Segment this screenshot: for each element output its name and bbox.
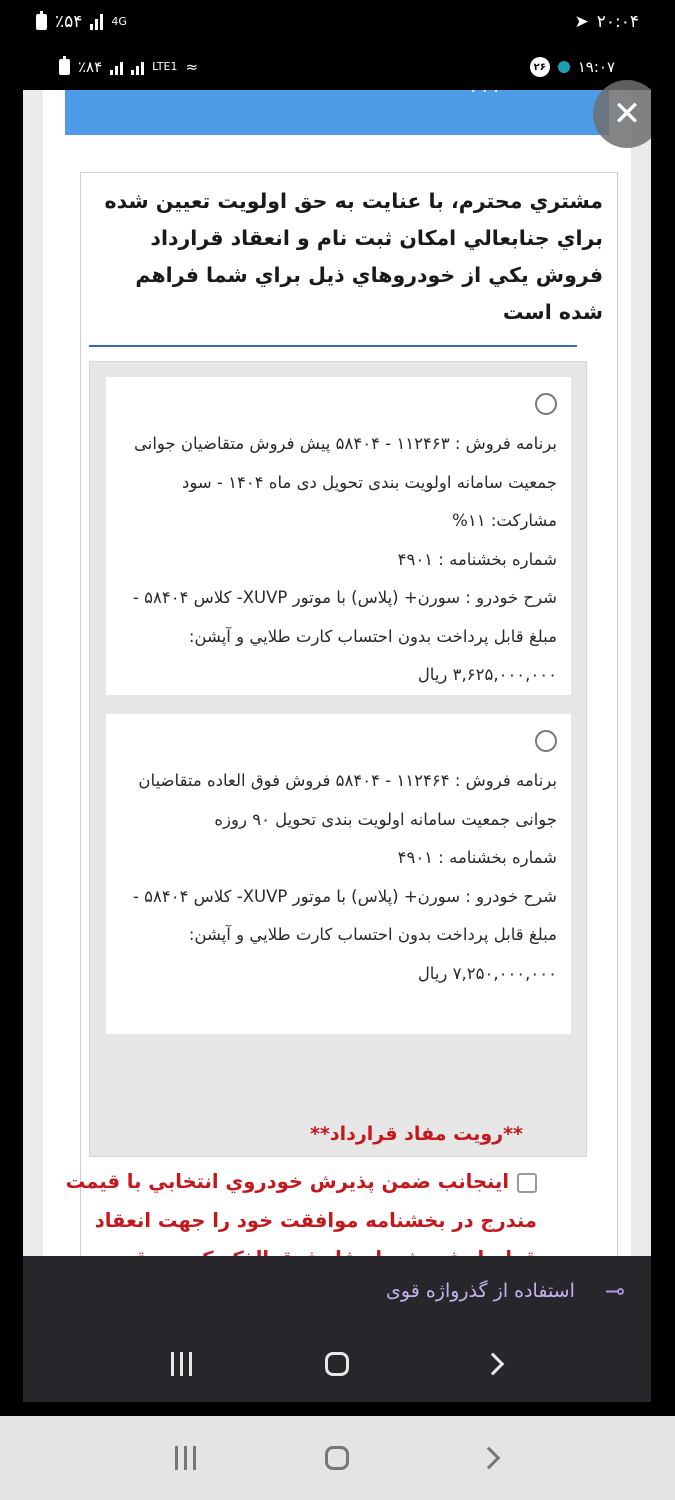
agreement-text: اينجانب ضمن پذيرش خودروي انتخابي با قيمت… <box>65 1170 537 1256</box>
inner-clock: ۱۹:۰۷ <box>577 58 615 76</box>
contract-terms-link[interactable]: **رويت مفاد قرارداد** <box>83 1123 523 1145</box>
outer-status-right: ➤ ۲۰:۰۴ <box>574 12 639 32</box>
blue-header-bar: . . . <box>65 90 609 135</box>
notification-badge: ۲۶ <box>529 57 550 77</box>
option-1-description: شرح خودرو : سورن+ (پلاس) با موتور XUVP- … <box>132 588 557 684</box>
agreement-checkbox-row[interactable]: اينجانب ضمن پذيرش خودروي انتخابي با قيمت… <box>57 1163 537 1256</box>
outer-status-bar: ٪۵۴ 4G ➤ ۲۰:۰۴ <box>0 0 675 44</box>
inner-recents-icon[interactable] <box>151 1339 211 1389</box>
inner-status-right: ۲۶ ۱۹:۰۷ <box>529 57 615 77</box>
header-partial-text-icon: . . . <box>470 90 499 97</box>
inner-battery-level: ٪۸۴ <box>78 58 103 76</box>
inner-network-type: LTE1 <box>152 60 178 73</box>
outer-network-type: 4G <box>111 15 127 28</box>
inner-back-icon[interactable] <box>463 1339 523 1389</box>
priority-heading: مشتري محترم، با عنايت به حق اولويت تعيين… <box>104 189 603 324</box>
option-1-radio[interactable] <box>535 393 557 415</box>
telegram-icon: ➤ <box>574 12 589 32</box>
agreement-checkbox[interactable] <box>517 1172 537 1193</box>
option-2-circular: شماره بخشنامه : ۴۹۰۱ <box>397 848 557 867</box>
option-1-program: برنامه فروش : ۱۱۲۴۶۳ - ۵۸۴۰۴ پیش فروش مت… <box>133 434 557 530</box>
wifi-icon: ≈ <box>185 58 199 76</box>
car-options-list: برنامه فروش : ۱۱۲۴۶۳ - ۵۸۴۰۴ پیش فروش مت… <box>89 361 587 1157</box>
car-option-1[interactable]: برنامه فروش : ۱۱۲۴۶۳ - ۵۸۴۰۴ پیش فروش مت… <box>106 377 571 695</box>
inner-battery-icon <box>59 56 70 75</box>
heading-divider <box>89 345 577 347</box>
signal-icon <box>90 14 104 30</box>
option-2-radio[interactable] <box>535 730 557 752</box>
strong-password-suggestion[interactable]: استفاده از گذرواژه قوی <box>386 1280 575 1302</box>
back-icon[interactable] <box>459 1433 519 1483</box>
inner-status-left: ٪۸۴ LTE1 ≈ <box>59 56 199 76</box>
inner-home-icon[interactable] <box>307 1339 367 1389</box>
inner-navigation-bar <box>23 1326 651 1402</box>
key-icon: ⊸ <box>604 1277 625 1305</box>
phone-screen: ٪۵۴ 4G ➤ ۲۰:۰۴ ٪۸۴ LTE1 ≈ ۲۶ ۱۹:۰۷ مشتري… <box>0 0 675 1500</box>
inner-signal-icon <box>110 59 124 75</box>
recents-icon[interactable] <box>156 1433 216 1483</box>
outer-battery-level: ٪۵۴ <box>55 12 83 32</box>
option-2-description: شرح خودرو : سورن+ (پلاس) با موتور XUVP- … <box>132 886 557 983</box>
outer-navigation-bar <box>0 1416 675 1500</box>
inner-status-bar: ٪۸۴ LTE1 ≈ ۲۶ ۱۹:۰۷ <box>23 44 651 90</box>
home-icon[interactable] <box>307 1433 367 1483</box>
battery-icon <box>36 11 47 30</box>
page-card: . . . مشتري محترم، با عنايت به حق اولويت… <box>43 90 631 1256</box>
embedded-screenshot: ٪۸۴ LTE1 ≈ ۲۶ ۱۹:۰۷ . . . مشتري محترم، ب… <box>23 44 651 1402</box>
outer-clock: ۲۰:۰۴ <box>596 12 639 32</box>
app-notification-icon <box>557 61 570 73</box>
inner-signal-2-icon <box>131 59 145 75</box>
selection-panel: مشتري محترم، با عنايت به حق اولويت تعيين… <box>80 172 618 1256</box>
outer-status-left: ٪۵۴ 4G <box>36 11 127 32</box>
car-option-2[interactable]: برنامه فروش : ۱۱۲۴۶۴ - ۵۸۴۰۴ فروش فوق ال… <box>106 714 571 1034</box>
option-2-program: برنامه فروش : ۱۱۲۴۶۴ - ۵۸۴۰۴ فروش فوق ال… <box>138 771 557 829</box>
web-page: . . . مشتري محترم، با عنايت به حق اولويت… <box>23 90 651 1256</box>
option-1-circular: شماره بخشنامه : ۴۹۰۱ <box>397 549 557 569</box>
password-suggestion-bar[interactable]: ⊸ استفاده از گذرواژه قوی <box>23 1256 651 1326</box>
outer-gap <box>0 1402 675 1416</box>
